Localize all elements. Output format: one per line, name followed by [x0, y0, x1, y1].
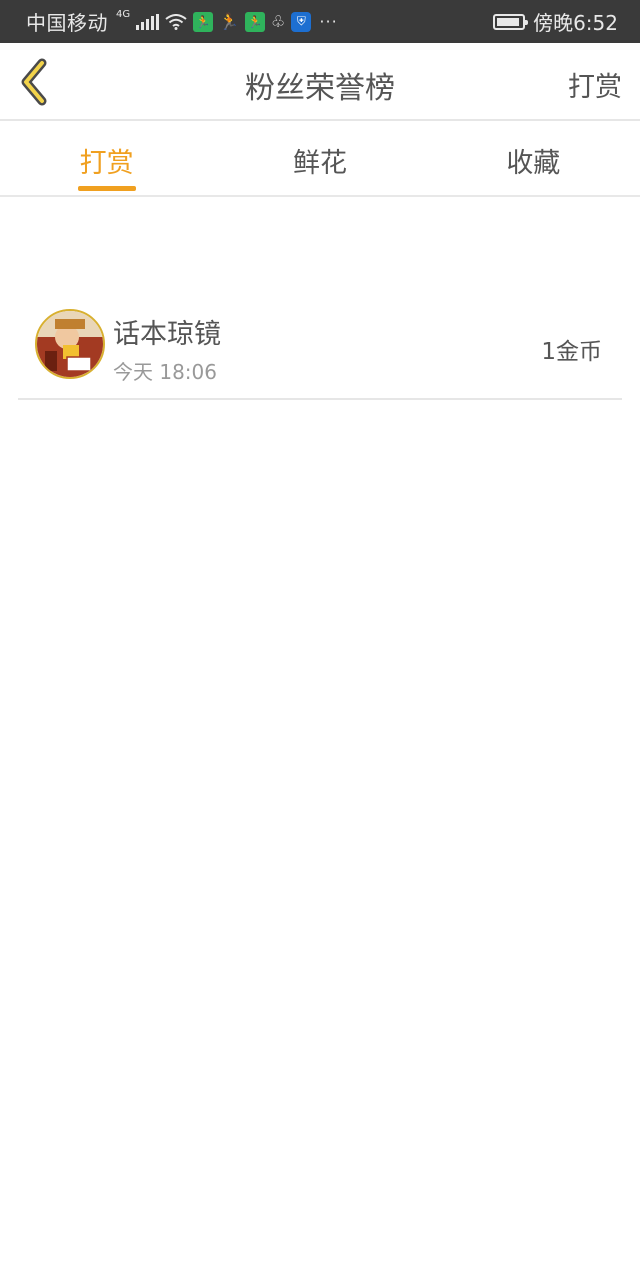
network-type: 4G — [116, 9, 131, 20]
tab-label: 鲜花 — [292, 148, 347, 179]
page-title: 粉丝荣誉榜 — [245, 71, 395, 106]
shield-icon: ⛨ — [291, 11, 312, 32]
status-bar: 中国移动 4G 🏃 🏃 🏃 ♧ ⛨ ··· 傍晚6:52 — [0, 0, 640, 43]
step-counter-icon: 🏃 — [245, 11, 266, 32]
list-item[interactable]: 话本琼镜 今天 18:06 1金币 — [18, 290, 622, 400]
carrier-name: 中国移动 — [26, 11, 108, 35]
tab-flowers[interactable]: 鲜花 — [213, 121, 426, 195]
reward-time: 今天 18:06 — [113, 360, 217, 384]
tab-favorites[interactable]: 收藏 — [427, 121, 640, 195]
signal-icon — [136, 13, 160, 30]
reward-button[interactable]: 打赏 — [568, 65, 622, 104]
reward-amount: 1金币 — [541, 339, 602, 365]
status-left: 中国移动 4G 🏃 🏃 🏃 ♧ ⛨ ··· — [26, 7, 338, 36]
navigation-header: 粉丝荣誉榜 打赏 — [0, 43, 640, 121]
clock: 傍晚6:52 — [533, 11, 618, 35]
fan-list: 话本琼镜 今天 18:06 1金币 — [18, 290, 622, 400]
user-avatar-image — [37, 311, 103, 377]
active-tab-indicator — [77, 186, 136, 191]
tab-bar: 打赏 鲜花 收藏 — [0, 121, 640, 197]
battery-icon — [493, 13, 529, 30]
more-notifications-icon: ··· — [319, 12, 338, 31]
tree-icon: ♧ — [271, 12, 286, 31]
app-notification-icon: 🏃 — [193, 11, 214, 32]
status-right: 傍晚6:52 — [493, 7, 618, 36]
avatar — [35, 309, 105, 379]
user-name: 话本琼镜 — [113, 319, 221, 350]
runner-icon: 🏃 — [219, 12, 240, 31]
tab-reward[interactable]: 打赏 — [0, 121, 213, 195]
tab-label: 打赏 — [79, 148, 134, 179]
tab-label: 收藏 — [506, 148, 561, 179]
wifi-icon — [165, 13, 187, 30]
